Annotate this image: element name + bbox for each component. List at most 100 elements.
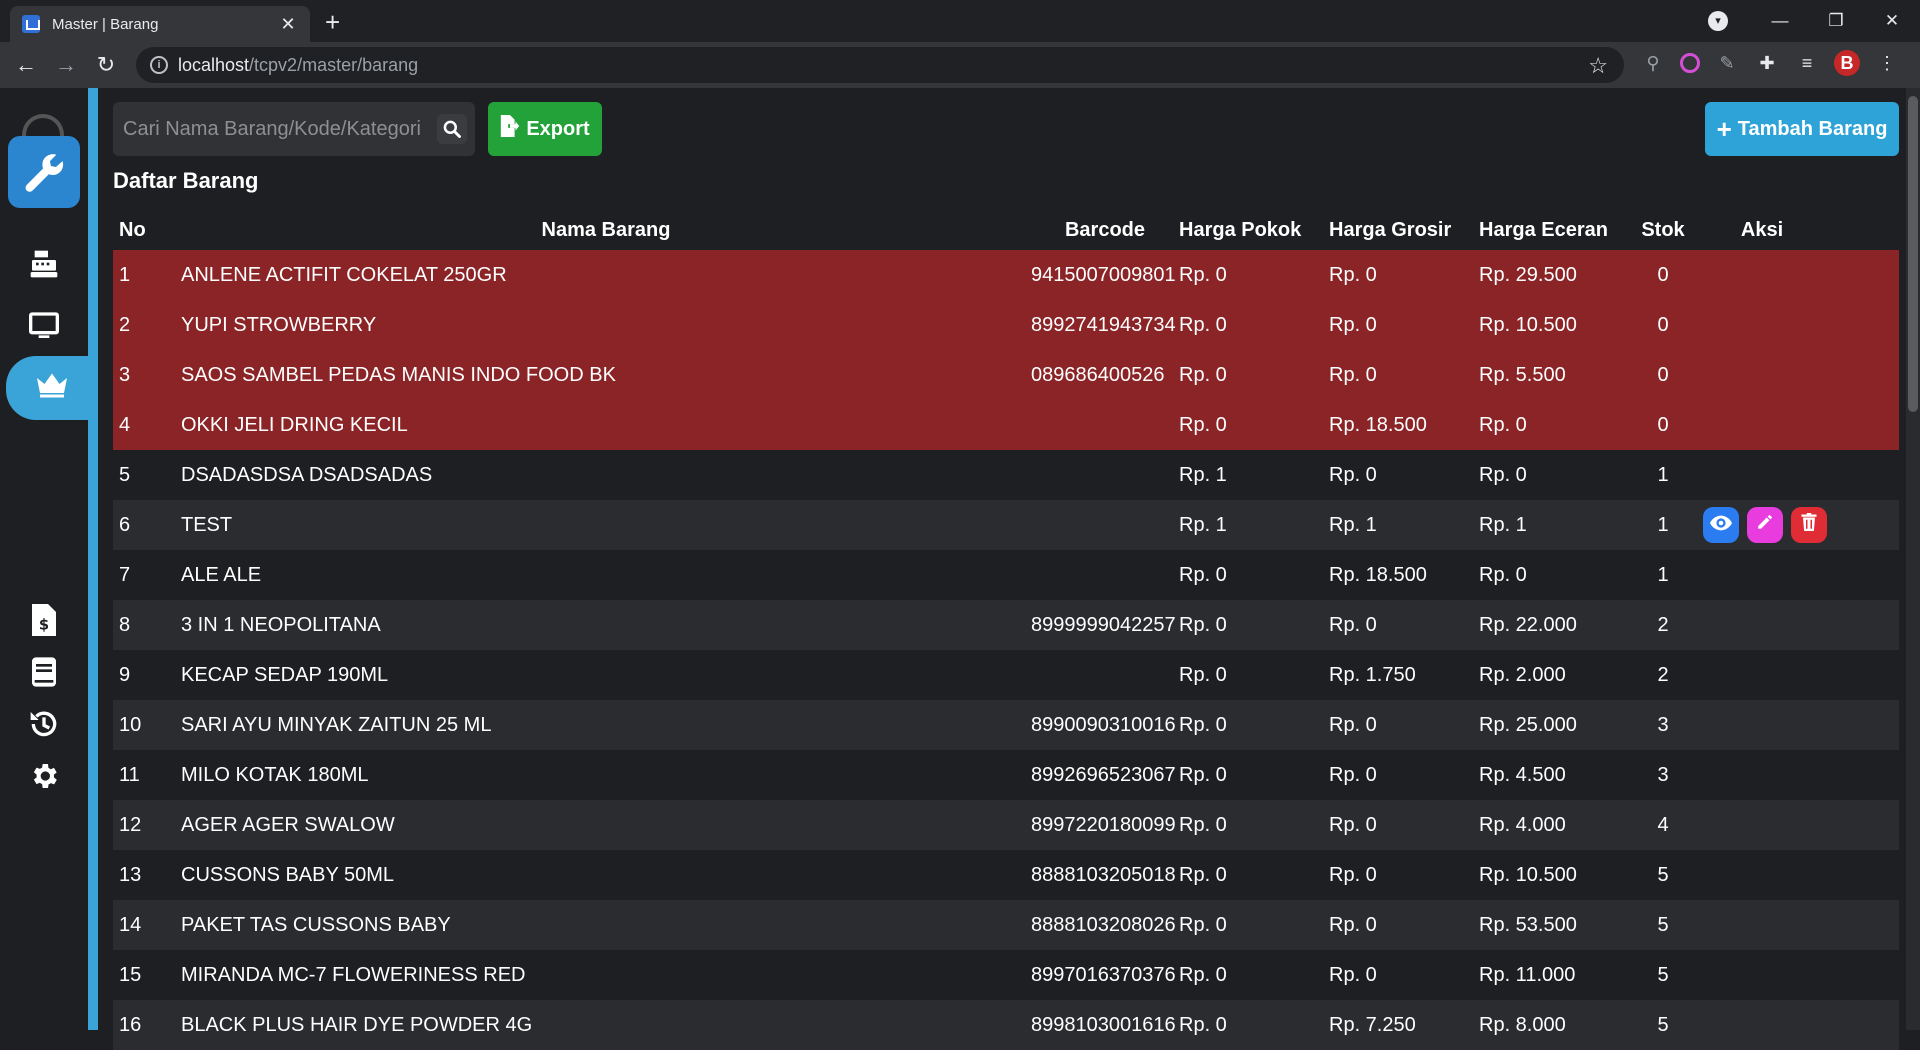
cell-nama-barang: 3 IN 1 NEOPOLITANA bbox=[181, 613, 381, 636]
items-table: No Nama Barang Barcode Harga Pokok Harga… bbox=[113, 210, 1899, 1050]
pencil-icon bbox=[1756, 513, 1774, 537]
table-row[interactable]: 12 AGER AGER SWALOW 8997220180099 Rp. 0 Rp. … bbox=[113, 800, 1899, 850]
table-row[interactable]: 1 ANLENE ACTIFIT COKELAT 250GR 94150070098… bbox=[113, 250, 1899, 300]
header-stok: Stok bbox=[1641, 218, 1685, 241]
pen-extension-icon[interactable]: ✎ bbox=[1714, 50, 1740, 76]
sidebar-item-monitor[interactable] bbox=[0, 302, 88, 358]
new-tab-icon[interactable]: + bbox=[325, 7, 340, 38]
header-harga-pokok: Harga Pokok bbox=[1179, 218, 1302, 241]
invoice-icon: $ bbox=[31, 604, 57, 644]
browser-tab[interactable]: Master | Barang ✕ bbox=[10, 6, 310, 42]
cell-harga-grosir: Rp. 0 bbox=[1329, 963, 1377, 986]
cell-no: 7 bbox=[119, 563, 131, 586]
url-path: /tcpv2/master/barang bbox=[249, 54, 419, 75]
cell-harga-grosir: Rp. 0 bbox=[1329, 463, 1377, 486]
close-tab-icon[interactable]: ✕ bbox=[278, 14, 298, 35]
table-row[interactable]: 11 MILO KOTAK 180ML 8992696523067 Rp. 0 Rp. … bbox=[113, 750, 1899, 800]
cell-harga-grosir: Rp. 7.250 bbox=[1329, 1013, 1416, 1036]
table-row[interactable]: 9 KECAP SEDAP 190ML Rp. 0 Rp. 1.750 Rp. 2.00… bbox=[113, 650, 1899, 700]
cell-nama-barang: ALE ALE bbox=[181, 563, 262, 586]
sidebar-item-invoice[interactable]: $ bbox=[0, 596, 88, 652]
reload-icon[interactable]: ↻ bbox=[86, 52, 126, 78]
sidebar-item-history[interactable] bbox=[0, 700, 88, 756]
cell-stok: 1 bbox=[1657, 513, 1669, 536]
address-bar[interactable]: i localhost/tcpv2/master/barang ☆ bbox=[136, 47, 1624, 83]
search-icon[interactable] bbox=[437, 114, 467, 144]
cell-harga-pokok: Rp. 0 bbox=[1179, 413, 1227, 436]
cell-barcode: 8992696523067 bbox=[1031, 763, 1176, 786]
table-row[interactable]: 6 TEST Rp. 1 Rp. 1 Rp. 1 1 bbox=[113, 500, 1899, 550]
minimize-icon[interactable]: — bbox=[1752, 11, 1808, 31]
search-input[interactable] bbox=[113, 102, 423, 156]
cell-harga-pokok: Rp. 0 bbox=[1179, 1013, 1227, 1036]
browser-menu-icon[interactable]: ⋮ bbox=[1874, 50, 1900, 76]
cell-barcode: 8888103205018 bbox=[1031, 863, 1176, 886]
cell-harga-pokok: Rp. 0 bbox=[1179, 763, 1227, 786]
eye-icon bbox=[1710, 514, 1732, 537]
cell-harga-grosir: Rp. 1.750 bbox=[1329, 663, 1416, 686]
edit-button[interactable] bbox=[1747, 507, 1783, 543]
table-row[interactable]: 7 ALE ALE Rp. 0 Rp. 18.500 Rp. 0 1 bbox=[113, 550, 1899, 600]
cell-no: 1 bbox=[119, 263, 131, 286]
sidebar: $ bbox=[0, 88, 98, 1030]
cell-stok: 4 bbox=[1657, 813, 1669, 836]
cell-harga-grosir: Rp. 0 bbox=[1329, 863, 1377, 886]
bookmark-star-icon[interactable]: ☆ bbox=[1588, 53, 1608, 79]
extensions-puzzle-icon[interactable]: ✚ bbox=[1754, 50, 1780, 76]
cell-barcode: 8999999042257 bbox=[1031, 613, 1176, 636]
cell-no: 14 bbox=[119, 913, 142, 936]
tab-search-icon[interactable]: ▾ bbox=[1708, 11, 1728, 31]
table-row[interactable]: 3 SAOS SAMBEL PEDAS MANIS INDO FOOD BK 089… bbox=[113, 350, 1899, 400]
table-row[interactable]: 10 SARI AYU MINYAK ZAITUN 25 ML 8990090310… bbox=[113, 700, 1899, 750]
reading-list-icon[interactable]: ≡ bbox=[1794, 50, 1820, 76]
view-button[interactable] bbox=[1703, 507, 1739, 543]
table-row[interactable]: 15 MIRANDA MC-7 FLOWERINESS RED 8997016370… bbox=[113, 950, 1899, 1000]
monitor-icon bbox=[27, 310, 61, 350]
cell-harga-pokok: Rp. 0 bbox=[1179, 263, 1227, 286]
header-nama-barang: Nama Barang bbox=[541, 218, 671, 241]
cell-barcode: 8997220180099 bbox=[1031, 813, 1176, 836]
cell-nama-barang: MIRANDA MC-7 FLOWERINESS RED bbox=[181, 963, 526, 986]
sidebar-item-master[interactable] bbox=[6, 356, 98, 420]
scrollbar-thumb[interactable] bbox=[1908, 96, 1918, 412]
cell-aksi bbox=[1697, 507, 1827, 543]
cell-harga-eceran: Rp. 22.000 bbox=[1479, 613, 1577, 636]
cell-barcode: 8992741943734 bbox=[1031, 313, 1176, 336]
header-barcode: Barcode bbox=[1064, 218, 1146, 241]
crown-icon bbox=[33, 369, 71, 407]
back-icon[interactable]: ← bbox=[6, 52, 46, 78]
table-row[interactable]: 4 OKKI JELI DRING KECIL Rp. 0 Rp. 18.500 Rp.… bbox=[113, 400, 1899, 450]
table-row[interactable]: 2 YUPI STROWBERRY 8992741943734 Rp. 0 Rp. 0R… bbox=[113, 300, 1899, 350]
site-info-icon[interactable]: i bbox=[150, 56, 168, 74]
table-row[interactable]: 16 BLACK PLUS HAIR DYE POWDER 4G 899810300… bbox=[113, 1000, 1899, 1050]
cell-stok: 5 bbox=[1657, 1013, 1669, 1036]
profile-avatar-icon[interactable]: B bbox=[1834, 50, 1860, 76]
cell-barcode: 089686400526 bbox=[1031, 363, 1165, 386]
sidebar-item-cashier[interactable] bbox=[0, 240, 88, 296]
cell-no: 3 bbox=[119, 363, 131, 386]
cell-harga-eceran: Rp. 10.500 bbox=[1479, 313, 1577, 336]
add-item-button[interactable]: + Tambah Barang bbox=[1705, 102, 1899, 156]
cell-harga-grosir: Rp. 18.500 bbox=[1329, 563, 1427, 586]
table-row[interactable]: 83 IN 1 NEOPOLITANA 8999999042257 Rp. 0 Rp.… bbox=[113, 600, 1899, 650]
close-window-icon[interactable]: ✕ bbox=[1864, 11, 1920, 31]
table-row[interactable]: 13 CUSSONS BABY 50ML 8888103205018 Rp. 0 Rp.… bbox=[113, 850, 1899, 900]
cell-harga-grosir: Rp. 0 bbox=[1329, 713, 1377, 736]
cell-harga-eceran: Rp. 2.000 bbox=[1479, 663, 1566, 686]
export-button[interactable]: Export bbox=[488, 102, 602, 156]
color-picker-extension-icon[interactable] bbox=[1680, 53, 1700, 73]
cell-harga-grosir: Rp. 0 bbox=[1329, 763, 1377, 786]
table-row[interactable]: 5 DSADASDSA DSADSADAS Rp. 1 Rp. 0 Rp. 0 1 bbox=[113, 450, 1899, 500]
location-icon[interactable]: ⚲ bbox=[1640, 50, 1666, 76]
sidebar-item-settings[interactable] bbox=[0, 752, 88, 808]
sidebar-item-report-book[interactable] bbox=[0, 648, 88, 704]
cell-harga-eceran: Rp. 8.000 bbox=[1479, 1013, 1566, 1036]
cell-harga-eceran: Rp. 1 bbox=[1479, 513, 1527, 536]
cell-harga-pokok: Rp. 0 bbox=[1179, 963, 1227, 986]
cell-harga-eceran: Rp. 0 bbox=[1479, 463, 1527, 486]
forward-icon[interactable]: → bbox=[46, 52, 86, 78]
delete-button[interactable] bbox=[1791, 507, 1827, 543]
app-logo-wrench-icon[interactable] bbox=[8, 136, 80, 208]
table-row[interactable]: 14 PAKET TAS CUSSONS BABY 8888103208026 Rp.… bbox=[113, 900, 1899, 950]
restore-icon[interactable]: ❐ bbox=[1808, 11, 1864, 31]
